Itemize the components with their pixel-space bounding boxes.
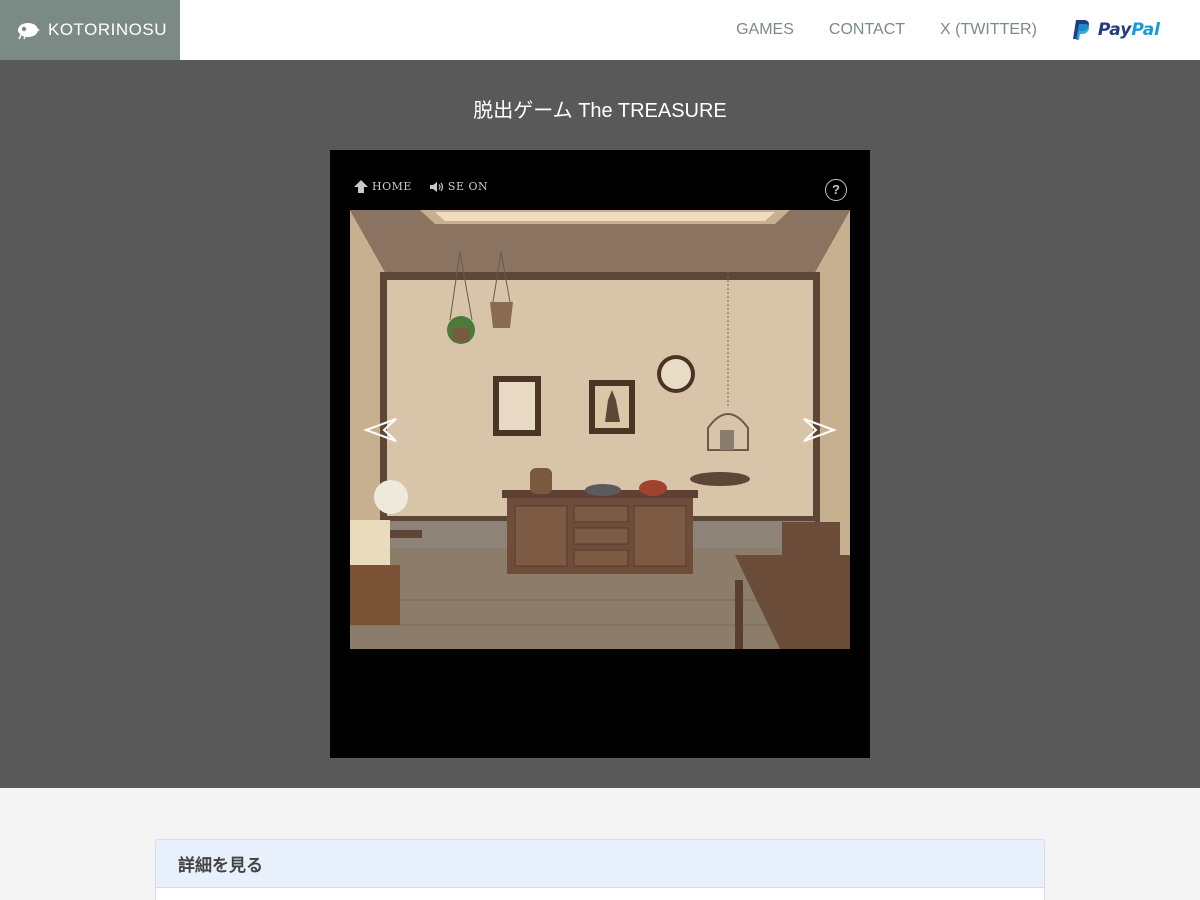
sound-toggle-button[interactable]: SE ON <box>429 180 489 193</box>
sound-label: SE ON <box>447 180 489 193</box>
details-toggle[interactable]: 詳細を見る <box>156 840 1044 888</box>
paypal-text-pay: Pay <box>1097 20 1132 40</box>
logo-text: KOTORINOSU <box>48 20 167 39</box>
nav-twitter-link[interactable]: X (TWITTER) <box>940 21 1037 39</box>
speaker-icon <box>429 181 444 192</box>
right-arrow-icon[interactable] <box>802 415 838 445</box>
game-frame: HOME SE ON ? <box>330 150 870 758</box>
game-title: 脱出ゲーム The TREASURE <box>473 100 727 122</box>
home-arrow-icon <box>354 180 368 193</box>
site-logo[interactable]: KOTORINOSU <box>0 0 180 60</box>
game-toolbar: HOME SE ON <box>354 180 506 193</box>
room-scene[interactable] <box>350 210 850 649</box>
paypal-text-pal: Pal <box>1131 20 1160 40</box>
details-panel: 詳細を見る <box>155 839 1045 900</box>
nav-games-link[interactable]: GAMES <box>736 21 794 39</box>
main-nav: GAMES CONTACT X (TWITTER) PayPal <box>736 0 1200 60</box>
bird-logo-icon <box>18 23 40 40</box>
help-icon[interactable]: ? <box>825 179 847 201</box>
paypal-button[interactable]: PayPal <box>1072 19 1160 41</box>
game-stage: 脱出ゲーム The TREASURE HOME SE ON ? <box>0 60 1200 788</box>
home-button[interactable]: HOME <box>354 180 412 193</box>
home-label: HOME <box>372 180 412 193</box>
left-arrow-icon[interactable] <box>362 415 398 445</box>
room-illustration <box>350 210 850 649</box>
paypal-icon <box>1072 20 1089 40</box>
site-header: KOTORINOSU GAMES CONTACT X (TWITTER) Pay… <box>0 0 1200 60</box>
nav-contact-link[interactable]: CONTACT <box>829 21 905 39</box>
